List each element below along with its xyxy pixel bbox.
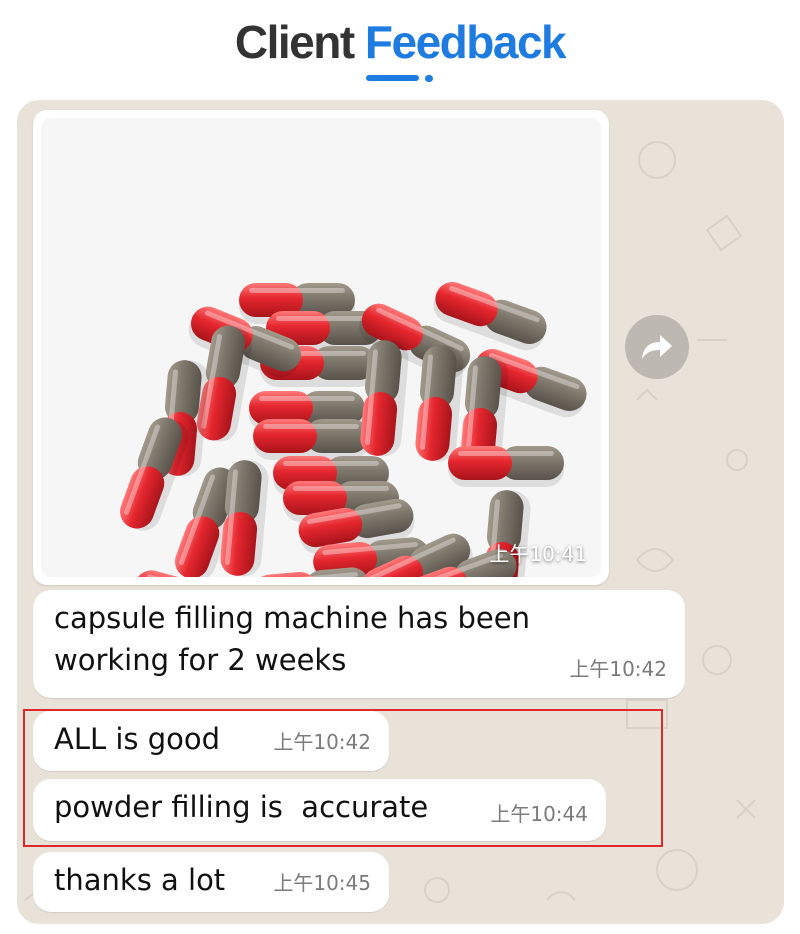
page-title: Client Feedback <box>0 14 800 70</box>
capsule <box>253 567 370 577</box>
image-message[interactable]: 上午10:41 <box>33 110 609 585</box>
message-time: 上午10:41 <box>489 542 587 566</box>
highlight-box <box>23 709 663 847</box>
forward-button[interactable] <box>625 315 689 379</box>
forward-arrow-icon <box>642 335 672 359</box>
text-message[interactable]: capsule filling machine has been working… <box>33 590 685 698</box>
capsules-photo[interactable]: 上午10:41 <box>41 118 601 577</box>
message-text: capsule filling machine has been working… <box>54 601 530 677</box>
capsule <box>448 446 564 487</box>
capsules-illustration <box>119 281 587 577</box>
message-time: 上午10:45 <box>273 871 371 895</box>
capsule <box>253 419 369 460</box>
title-word-feedback: Feedback <box>364 16 567 68</box>
title-underline <box>366 75 419 81</box>
title-word-client: Client <box>234 16 355 68</box>
text-message[interactable]: thanks a lot 上午10:45 <box>33 852 389 912</box>
title-dot <box>425 75 433 82</box>
message-time: 上午10:42 <box>569 657 667 681</box>
message-text: thanks a lot <box>54 863 226 897</box>
page-header: Client Feedback <box>0 0 800 100</box>
